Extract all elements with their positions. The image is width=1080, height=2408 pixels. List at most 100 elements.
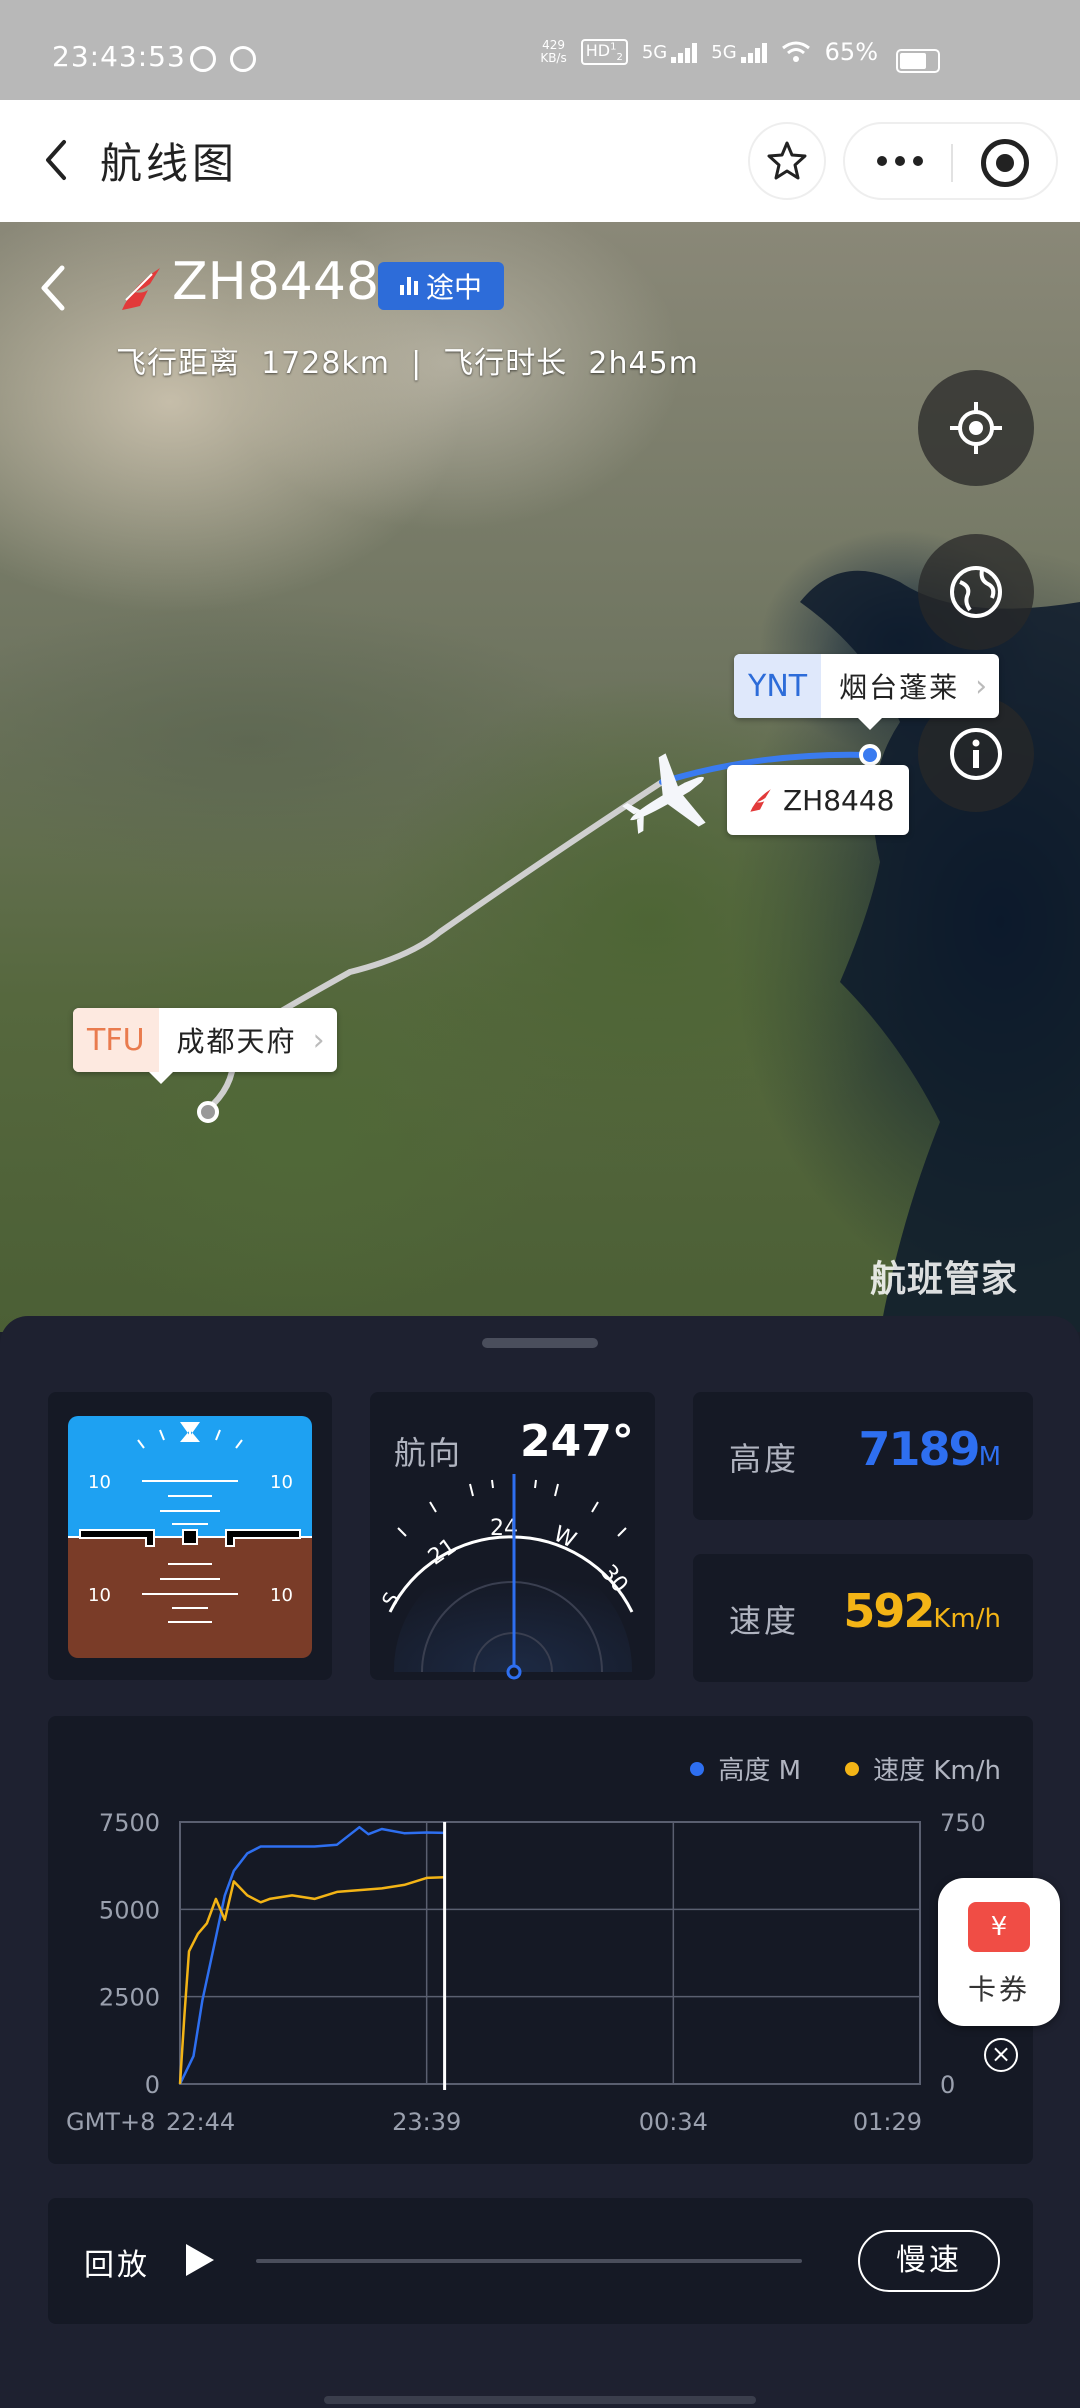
pitch-label: 10 — [88, 1585, 111, 1606]
origin-dot — [197, 1101, 219, 1123]
destination-dot — [859, 744, 881, 766]
attitude-indicator-card: 10 10 10 10 — [48, 1392, 332, 1680]
altitude-card: 高度 7189M — [693, 1392, 1033, 1520]
status-time: 23:43:53 — [52, 40, 186, 73]
origin-code: TFU — [73, 1008, 159, 1072]
status-bars-icon — [399, 277, 418, 295]
battery-icon — [896, 49, 940, 73]
info-separator: | — [411, 346, 423, 381]
altitude-unit: M — [978, 1442, 1001, 1472]
y-left-tick-label: 7500 — [99, 1809, 160, 1837]
close-icon[interactable]: × — [984, 2038, 1018, 2072]
speed-unit: Km/h — [933, 1604, 1001, 1634]
plane-flight-tag[interactable]: ZH8448 — [727, 765, 909, 835]
home-indicator[interactable] — [324, 2396, 756, 2404]
locate-button[interactable] — [918, 370, 1034, 486]
slow-speed-button[interactable]: 慢速 — [858, 2230, 1000, 2292]
map-overlay — [197, 570, 1080, 1332]
hd-badge: HD12 — [580, 38, 628, 66]
altitude-speed-chart[interactable]: 75005000250007500GMT+8 22:44 23:39 00:34 01:… — [48, 1716, 1033, 2164]
x-tick-label: 00:34 — [639, 2108, 708, 2136]
status-bar: 23:43:53 429 KB/s HD12 5G 5G 65% — [0, 0, 1080, 100]
destination-airport-tag[interactable]: YNT 烟台蓬莱 › — [734, 654, 1000, 730]
destination-name: 烟台蓬莱 — [839, 671, 960, 704]
compass-tick-w: W — [549, 1522, 580, 1554]
y-left-tick-label: 5000 — [99, 1896, 160, 1924]
play-icon[interactable] — [186, 2244, 214, 2276]
network-speed: 429 KB/s — [540, 39, 566, 65]
x-tick-label: 01:29 — [853, 2108, 922, 2136]
replay-label: 回放 — [84, 2248, 150, 2283]
flight-info-line: 飞行距离 1728km | 飞行时长 2h45m — [116, 338, 699, 382]
attitude-indicator: 10 10 10 10 — [68, 1416, 312, 1658]
y-left-tick-label: 2500 — [99, 1984, 160, 2012]
settings-gear-icon — [190, 46, 216, 72]
globe-button[interactable] — [918, 534, 1034, 650]
target-circle-icon[interactable] — [981, 139, 1029, 187]
plane-flight-number: ZH8448 — [783, 783, 895, 817]
heading-compass: 24 21 W 30 S — [377, 1474, 634, 1680]
route-map[interactable]: ZH8448 途中 飞行距离 1728km | 飞行时长 2h45m YNT 烟… — [0, 222, 1080, 1332]
plane-icon[interactable] — [610, 743, 724, 855]
flight-data-panel: 10 10 10 10 航向 247° 24 21 W 30 S 高度 7189… — [0, 1316, 1080, 2408]
destination-code: YNT — [734, 654, 822, 718]
speed-series-line — [178, 1875, 445, 2085]
map-back-icon[interactable] — [32, 258, 76, 318]
flight-number: ZH8448 — [172, 252, 380, 312]
coupon-button[interactable]: ¥ 卡券 — [938, 1878, 1060, 2026]
hd-sub: 1 — [610, 41, 617, 53]
duration-label: 飞行时长 — [443, 346, 568, 381]
compass-tick-s: S — [377, 1588, 404, 1611]
altitude-number: 7189 — [858, 1422, 981, 1476]
drag-handle[interactable] — [482, 1338, 598, 1348]
flight-status-text: 途中 — [425, 271, 482, 304]
globe-icon — [950, 566, 1002, 618]
locate-icon — [950, 402, 1002, 454]
x-tick-label: 23:39 — [392, 2108, 461, 2136]
net-speed-unit: KB/s — [540, 51, 567, 65]
y-left-tick-label: 0 — [145, 2071, 160, 2099]
hd-text: HD — [585, 40, 611, 60]
heading-value: 247° — [520, 1416, 634, 1467]
altitude-label: 高度 — [729, 1440, 800, 1478]
miniapp-capsule — [843, 122, 1058, 200]
coupon-icon: ¥ — [968, 1902, 1030, 1952]
wifi-icon — [781, 41, 810, 62]
signal-bars-icon — [671, 41, 698, 63]
signal-bars-icon — [740, 41, 767, 63]
back-arrow-icon[interactable] — [30, 130, 90, 190]
pitch-label: 10 — [88, 1472, 111, 1493]
distance-label: 飞行距离 — [116, 346, 240, 381]
x-axis-prefix: GMT+8 — [66, 2108, 155, 2136]
origin-name: 成都天府 — [176, 1025, 297, 1058]
replay-progress[interactable] — [256, 2259, 802, 2263]
origin-airport-tag[interactable]: TFU 成都天府 › — [73, 1008, 337, 1084]
airline-logo-icon — [750, 789, 771, 812]
more-dots-icon[interactable] — [877, 156, 923, 166]
heading-card: 航向 247° 24 21 W 30 S — [370, 1392, 655, 1680]
hd-sub2: 2 — [616, 52, 623, 64]
title-bar: 航线图 — [0, 100, 1080, 222]
speed-number: 592 — [843, 1584, 935, 1638]
chevron-right-icon: › — [975, 668, 988, 704]
flight-status-badge: 途中 — [378, 262, 504, 310]
speed-label: 速度 — [729, 1602, 800, 1640]
airline-logo-icon — [122, 268, 160, 310]
replay-bar: 回放 慢速 — [48, 2198, 1033, 2324]
sim1-5g: 5G — [641, 41, 698, 63]
sim2-5g: 5G — [711, 41, 767, 63]
altitude-speed-chart-card: 高度 M 速度 Km/h 7500 5000 2500 0 750 0 GMT+8 22:44… — [48, 1716, 1033, 2164]
distance-value: 1728km — [261, 346, 391, 381]
status-indicators: 429 KB/s HD12 5G 5G 65% — [540, 38, 940, 66]
y-right-tick-label: 750 — [940, 1809, 986, 1837]
speed-value: 592Km/h — [843, 1584, 1001, 1638]
y-right-tick-label: 0 — [940, 2071, 955, 2099]
sim1-label: 5G — [641, 42, 668, 63]
speed-card: 速度 592Km/h — [693, 1554, 1033, 1682]
coupon-label: 卡券 — [967, 1973, 1030, 2006]
plot-frame — [179, 1821, 921, 2085]
info-icon — [950, 728, 1002, 780]
altitude-value: 7189M — [859, 1422, 1001, 1476]
battery-percent: 65% — [824, 38, 878, 66]
favorite-button[interactable] — [748, 122, 826, 200]
